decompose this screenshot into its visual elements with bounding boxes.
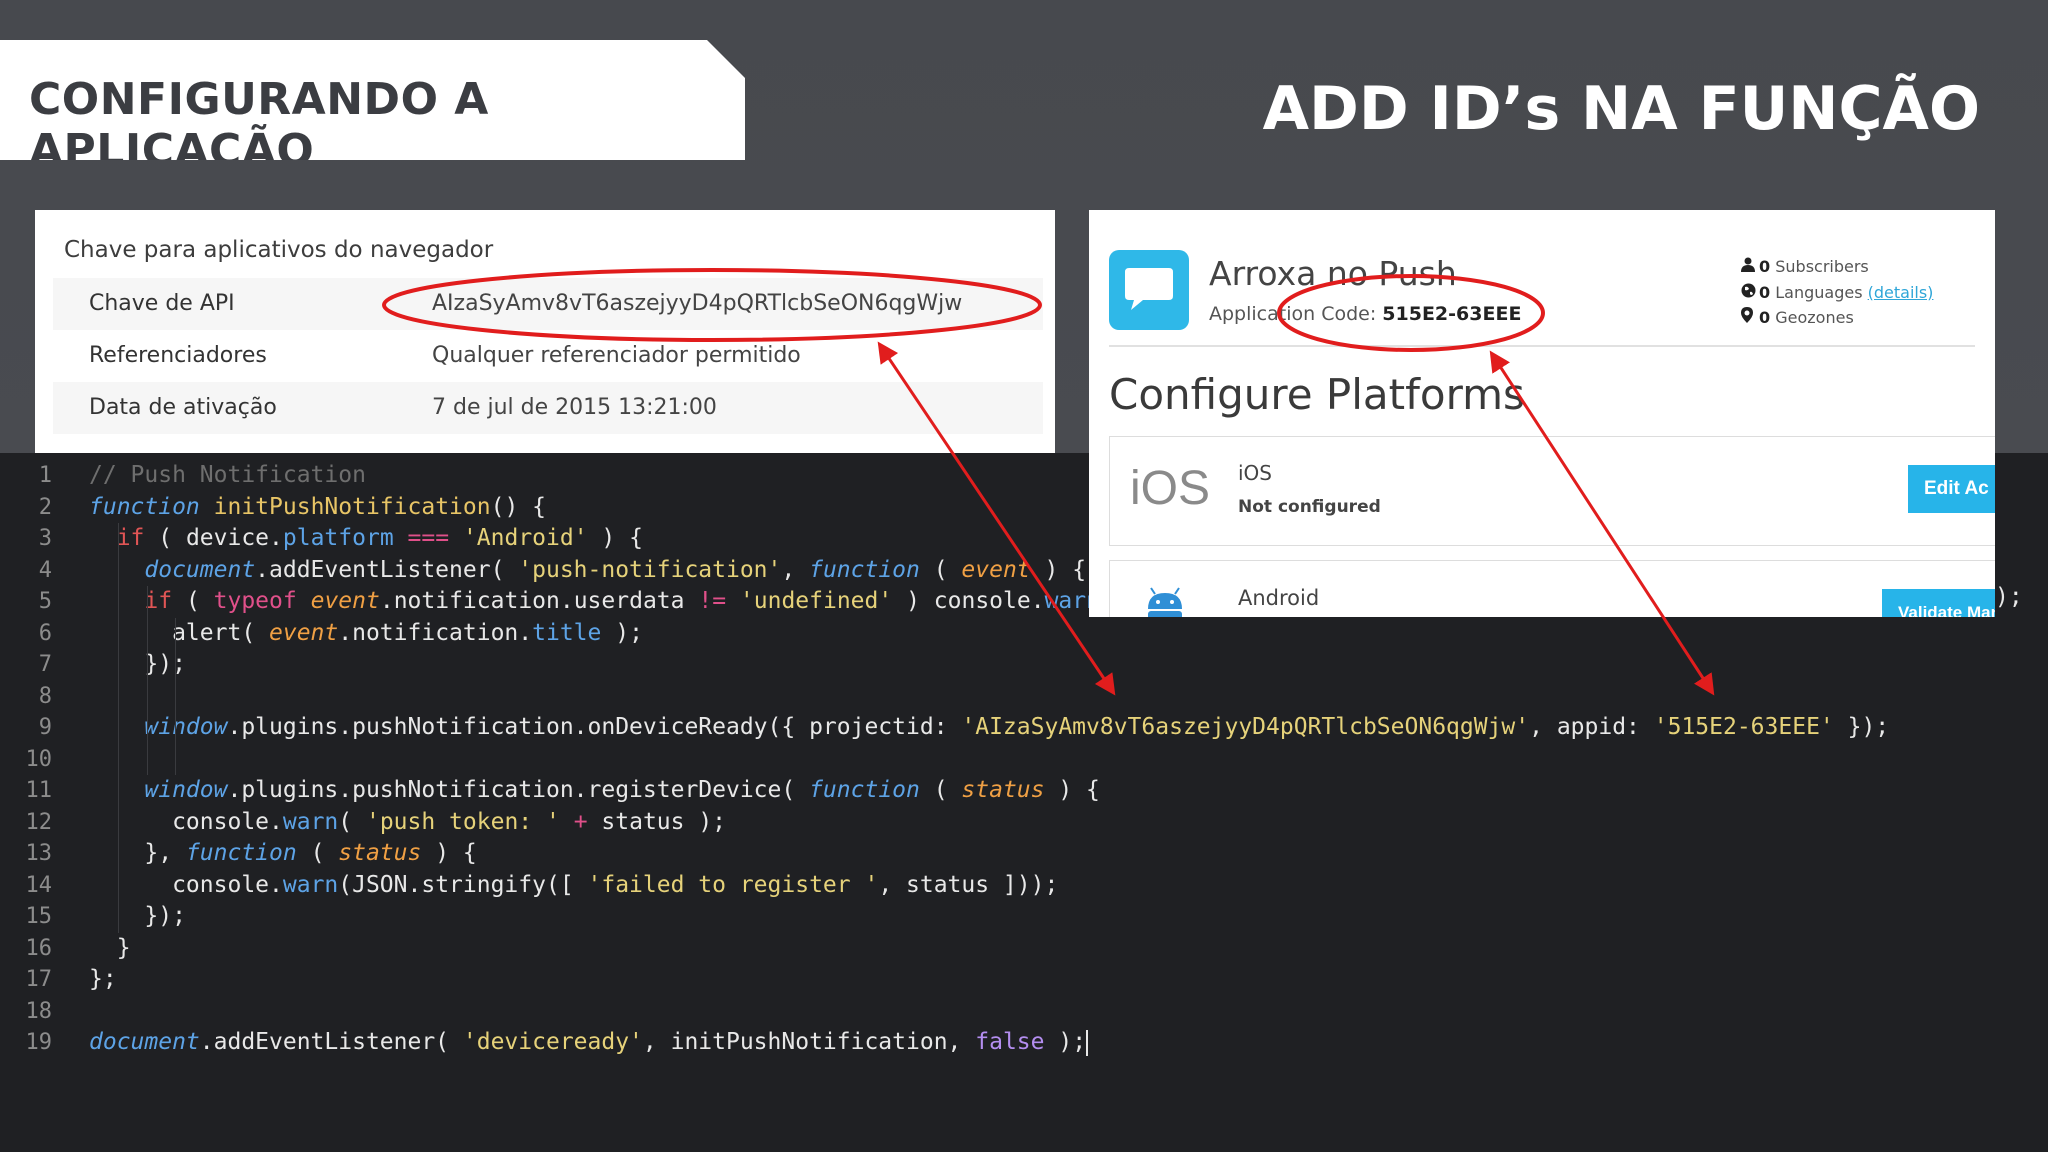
api-key-highlight-circle <box>382 268 1042 342</box>
api-key-arrow <box>877 341 1116 696</box>
app-code-arrow <box>1489 350 1715 696</box>
slide-background: CONFIGURANDO A APLICAÇÃO ADD ID’s NA FUN… <box>0 0 2048 1152</box>
app-code-highlight-circle <box>1277 274 1545 352</box>
annotation-overlay <box>382 268 1715 696</box>
code-overflow-fragment: ); <box>1995 584 2023 610</box>
